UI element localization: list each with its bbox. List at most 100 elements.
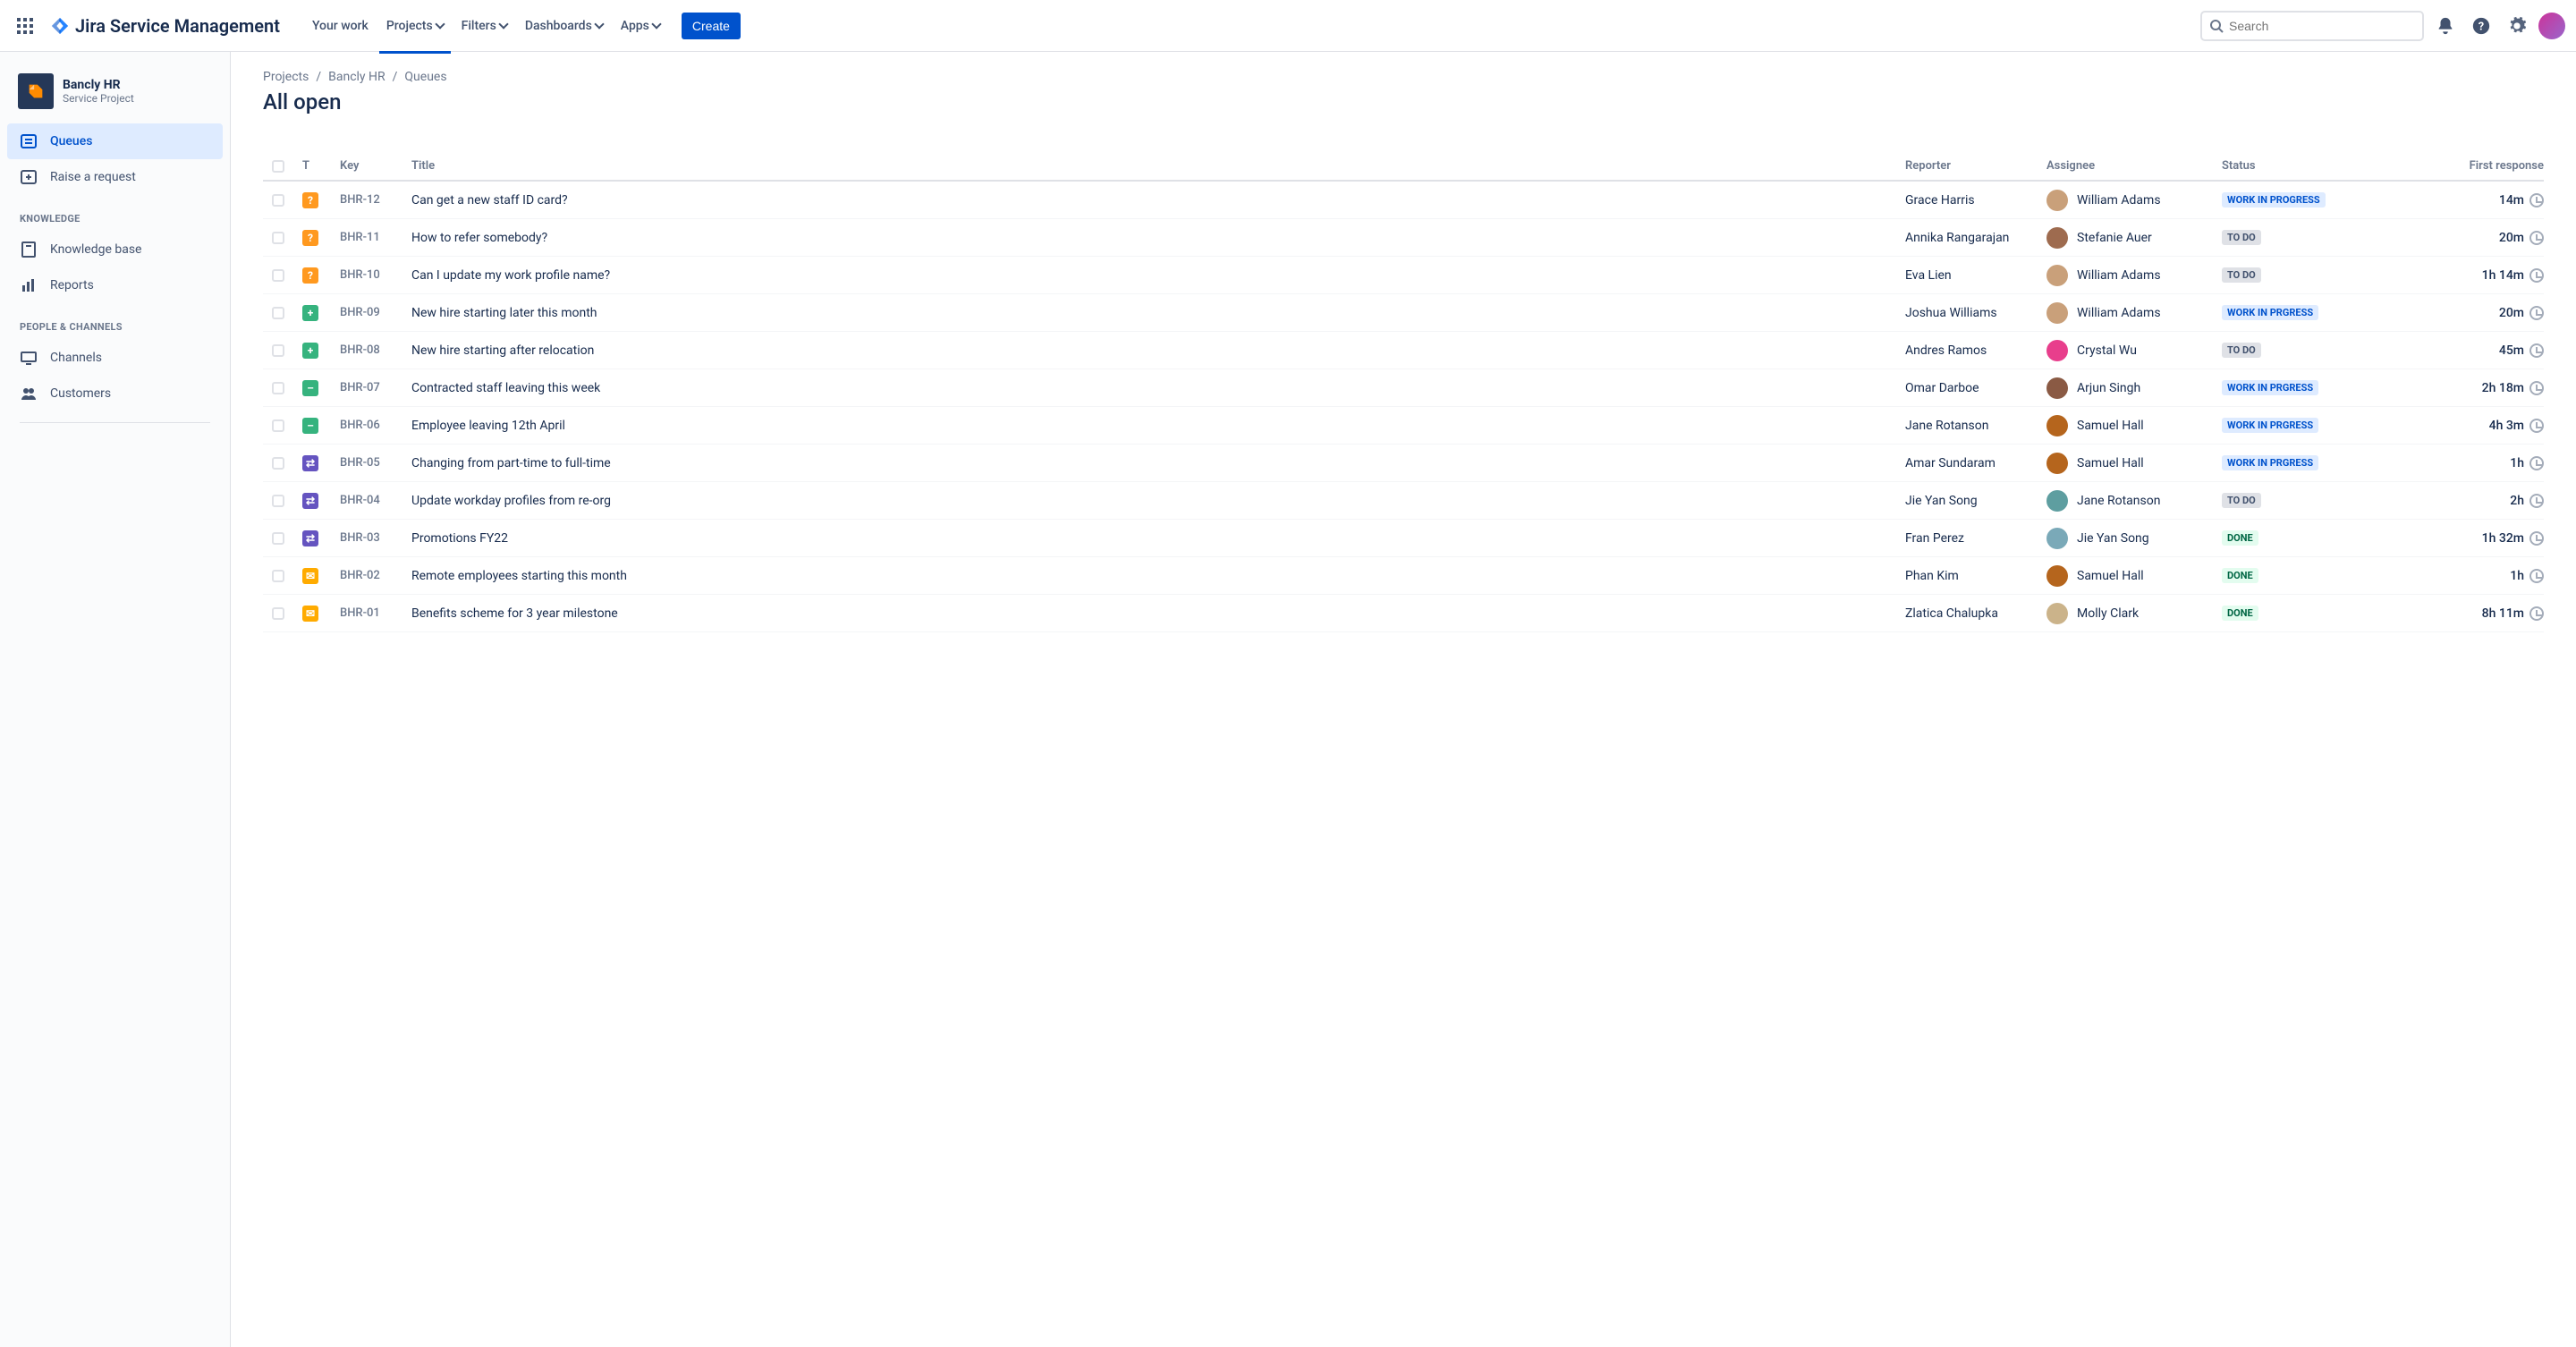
issue-key[interactable]: BHR-04: [340, 494, 411, 507]
sidebar-item-raise-request[interactable]: Raise a request: [7, 159, 223, 195]
issue-assignee[interactable]: William Adams: [2046, 190, 2222, 211]
issue-title[interactable]: Can I update my work profile name?: [411, 268, 1905, 283]
status-badge[interactable]: TO DO: [2222, 493, 2261, 508]
row-checkbox[interactable]: [272, 532, 284, 545]
issue-key[interactable]: BHR-03: [340, 531, 411, 545]
issue-assignee[interactable]: Samuel Hall: [2046, 453, 2222, 474]
issue-title[interactable]: New hire starting after relocation: [411, 343, 1905, 358]
table-row[interactable]: + BHR-09 New hire starting later this mo…: [263, 294, 2544, 332]
row-checkbox[interactable]: [272, 307, 284, 319]
col-assignee[interactable]: Assignee: [2046, 159, 2222, 173]
sidebar-item-customers[interactable]: Customers: [7, 376, 223, 411]
issue-key[interactable]: BHR-06: [340, 419, 411, 432]
col-first-response[interactable]: First response: [2401, 159, 2544, 173]
table-row[interactable]: ? BHR-10 Can I update my work profile na…: [263, 257, 2544, 294]
sidebar-item-channels[interactable]: Channels: [7, 340, 223, 376]
issue-title[interactable]: Employee leaving 12th April: [411, 419, 1905, 433]
issue-key[interactable]: BHR-09: [340, 306, 411, 319]
status-badge[interactable]: WORK IN PRGRESS: [2222, 455, 2318, 470]
row-checkbox[interactable]: [272, 382, 284, 394]
select-all-checkbox[interactable]: [272, 160, 284, 173]
col-type[interactable]: T: [302, 159, 340, 173]
issue-assignee[interactable]: Stefanie Auer: [2046, 227, 2222, 249]
notifications-icon[interactable]: [2431, 12, 2460, 40]
issue-assignee[interactable]: Jie Yan Song: [2046, 528, 2222, 549]
issue-key[interactable]: BHR-11: [340, 231, 411, 244]
row-checkbox[interactable]: [272, 269, 284, 282]
nav-apps[interactable]: Apps: [614, 12, 667, 40]
issue-key[interactable]: BHR-12: [340, 193, 411, 207]
col-status[interactable]: Status: [2222, 159, 2401, 173]
issue-key[interactable]: BHR-07: [340, 381, 411, 394]
search-input[interactable]: [2229, 19, 2415, 33]
issue-title[interactable]: How to refer somebody?: [411, 231, 1905, 245]
issue-assignee[interactable]: William Adams: [2046, 265, 2222, 286]
issue-assignee[interactable]: Molly Clark: [2046, 603, 2222, 624]
breadcrumb-project[interactable]: Bancly HR: [328, 70, 386, 84]
table-row[interactable]: ? BHR-11 How to refer somebody? Annika R…: [263, 219, 2544, 257]
product-logo[interactable]: Jira Service Management: [43, 15, 287, 37]
table-row[interactable]: + BHR-08 New hire starting after relocat…: [263, 332, 2544, 369]
issue-key[interactable]: BHR-10: [340, 268, 411, 282]
breadcrumb-queues[interactable]: Queues: [404, 70, 446, 84]
issue-title[interactable]: Changing from part-time to full-time: [411, 456, 1905, 470]
issue-assignee[interactable]: William Adams: [2046, 302, 2222, 324]
status-badge[interactable]: TO DO: [2222, 267, 2261, 283]
table-row[interactable]: ✉ BHR-01 Benefits scheme for 3 year mile…: [263, 595, 2544, 632]
table-row[interactable]: ⇄ BHR-05 Changing from part-time to full…: [263, 445, 2544, 482]
issue-title[interactable]: Update workday profiles from re-org: [411, 494, 1905, 508]
col-title[interactable]: Title: [411, 159, 1905, 173]
nav-your-work[interactable]: Your work: [305, 12, 376, 40]
breadcrumb-projects[interactable]: Projects: [263, 70, 309, 84]
issue-key[interactable]: BHR-02: [340, 569, 411, 582]
profile-avatar[interactable]: [2538, 13, 2565, 39]
issue-assignee[interactable]: Arjun Singh: [2046, 377, 2222, 399]
issue-key[interactable]: BHR-08: [340, 343, 411, 357]
issue-assignee[interactable]: Jane Rotanson: [2046, 490, 2222, 512]
table-row[interactable]: – BHR-07 Contracted staff leaving this w…: [263, 369, 2544, 407]
row-checkbox[interactable]: [272, 495, 284, 507]
issue-title[interactable]: Promotions FY22: [411, 531, 1905, 546]
create-button[interactable]: Create: [682, 13, 741, 39]
status-badge[interactable]: WORK IN PRGRESS: [2222, 380, 2318, 395]
status-badge[interactable]: DONE: [2222, 530, 2258, 546]
app-switcher-icon[interactable]: [11, 12, 39, 40]
issue-title[interactable]: New hire starting later this month: [411, 306, 1905, 320]
nav-projects[interactable]: Projects: [379, 12, 451, 40]
row-checkbox[interactable]: [272, 419, 284, 432]
row-checkbox[interactable]: [272, 194, 284, 207]
project-header[interactable]: Bancly HR Service Project: [7, 70, 223, 123]
issue-key[interactable]: BHR-05: [340, 456, 411, 470]
nav-dashboards[interactable]: Dashboards: [518, 12, 610, 40]
table-row[interactable]: ⇄ BHR-03 Promotions FY22 Fran Perez Jie …: [263, 520, 2544, 557]
col-reporter[interactable]: Reporter: [1905, 159, 2046, 173]
sidebar-item-reports[interactable]: Reports: [7, 267, 223, 303]
col-key[interactable]: Key: [340, 159, 411, 173]
table-row[interactable]: – BHR-06 Employee leaving 12th April Jan…: [263, 407, 2544, 445]
table-row[interactable]: ⇄ BHR-04 Update workday profiles from re…: [263, 482, 2544, 520]
sidebar-item-kb[interactable]: Knowledge base: [7, 232, 223, 267]
status-badge[interactable]: WORK IN PRGRESS: [2222, 305, 2318, 320]
status-badge[interactable]: TO DO: [2222, 343, 2261, 358]
row-checkbox[interactable]: [272, 344, 284, 357]
settings-icon[interactable]: [2503, 12, 2531, 40]
issue-assignee[interactable]: Crystal Wu: [2046, 340, 2222, 361]
status-badge[interactable]: DONE: [2222, 568, 2258, 583]
row-checkbox[interactable]: [272, 232, 284, 244]
table-row[interactable]: ✉ BHR-02 Remote employees starting this …: [263, 557, 2544, 595]
row-checkbox[interactable]: [272, 570, 284, 582]
issue-assignee[interactable]: Samuel Hall: [2046, 415, 2222, 436]
row-checkbox[interactable]: [272, 457, 284, 470]
issue-title[interactable]: Benefits scheme for 3 year milestone: [411, 606, 1905, 621]
status-badge[interactable]: TO DO: [2222, 230, 2261, 245]
nav-filters[interactable]: Filters: [454, 12, 514, 40]
issue-title[interactable]: Contracted staff leaving this week: [411, 381, 1905, 395]
status-badge[interactable]: WORK IN PROGRESS: [2222, 192, 2326, 208]
issue-assignee[interactable]: Samuel Hall: [2046, 565, 2222, 587]
search-box[interactable]: [2200, 11, 2424, 41]
sidebar-item-queues[interactable]: Queues: [7, 123, 223, 159]
help-icon[interactable]: ?: [2467, 12, 2496, 40]
status-badge[interactable]: DONE: [2222, 606, 2258, 621]
issue-title[interactable]: Remote employees starting this month: [411, 569, 1905, 583]
issue-key[interactable]: BHR-01: [340, 606, 411, 620]
